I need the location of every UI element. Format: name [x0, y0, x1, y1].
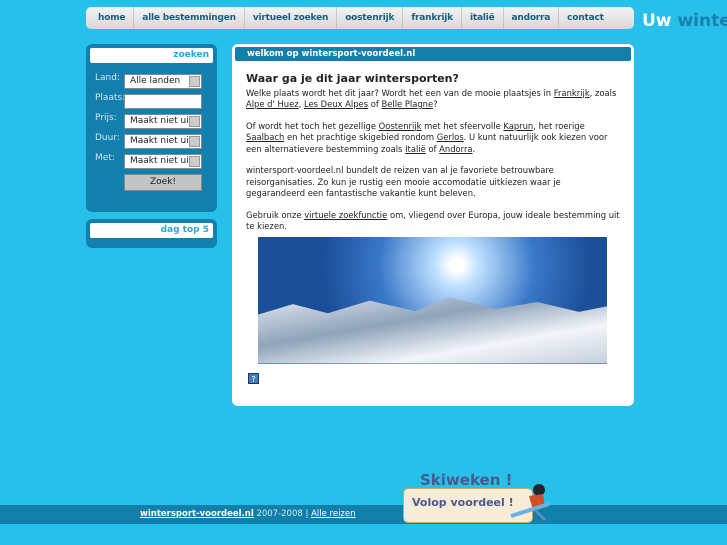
nav-alle-bestemmingen[interactable]: alle bestemmingen — [134, 7, 245, 29]
land-select[interactable]: Alle landen — [124, 74, 202, 89]
plaats-label: Plaats: — [95, 93, 126, 103]
mountain-photo — [258, 236, 607, 364]
link-les-deux-alpes[interactable]: Les Deux Alpes — [304, 99, 368, 109]
footer-home-link[interactable]: wintersport-voordeel.nl — [140, 509, 254, 519]
search-paragraph: Gebruik onze virtuele zoekfunctie om, vl… — [246, 209, 620, 232]
nav-home[interactable]: home — [90, 7, 135, 29]
nav-andorra[interactable]: andorra — [504, 7, 560, 29]
nav-italie[interactable]: italië — [462, 7, 504, 29]
top5-title[interactable]: dag top 5 — [90, 223, 213, 238]
nav-oostenrijk[interactable]: oostenrijk — [337, 7, 404, 29]
link-kaprun[interactable]: Kaprun — [503, 121, 533, 131]
link-belle-plagne[interactable]: Belle Plagne — [381, 99, 433, 109]
prijs-select[interactable]: Maakt niet uit — [124, 114, 202, 129]
link-frankrijk[interactable]: Frankrijk — [554, 88, 590, 98]
nav-frankrijk[interactable]: frankrijk — [403, 7, 462, 29]
search-panel: zoeken Land: Alle landen Plaats: Prijs: … — [86, 44, 217, 212]
duur-label: Duur: — [95, 133, 120, 143]
nav-virtueel-zoeken[interactable]: virtueel zoeken — [245, 7, 338, 29]
link-oostenrijk[interactable]: Oostenrijk — [379, 121, 422, 131]
duur-select[interactable]: Maakt niet uit — [124, 134, 202, 149]
main-panel: welkom op wintersport-voordeel.nl Waar g… — [232, 44, 634, 406]
page-title: Waar ga je dit jaar wintersporten? — [246, 72, 459, 85]
link-saalbach[interactable]: Saalbach — [246, 132, 284, 142]
link-andorra[interactable]: Andorra — [439, 144, 472, 154]
dropdown-arrow-icon — [189, 136, 200, 147]
footer-alle-reizen-link[interactable]: Alle reizen — [311, 509, 355, 519]
dropdown-arrow-icon — [189, 76, 200, 87]
prijs-label: Prijs: — [95, 113, 117, 123]
met-select[interactable]: Maakt niet uit — [124, 154, 202, 169]
met-label: Met: — [95, 153, 115, 163]
land-label: Land: — [95, 73, 120, 83]
search-button[interactable]: Zoek! — [124, 174, 202, 191]
plaats-input[interactable] — [124, 94, 202, 109]
main-nav: home alle bestemmingen virtueel zoeken o… — [86, 7, 634, 29]
logo: Uw winters — [642, 11, 727, 31]
dropdown-arrow-icon — [189, 116, 200, 127]
top5-panel: dag top 5 — [86, 219, 217, 248]
intro-paragraph: Welke plaats wordt het dit jaar? Wordt h… — [246, 87, 617, 110]
about-paragraph: wintersport-voordeel.nl bundelt de reize… — [246, 165, 561, 198]
search-title: zoeken — [90, 48, 213, 63]
nav-contact[interactable]: contact — [559, 7, 612, 29]
skier-icon — [510, 484, 550, 522]
link-gerlos[interactable]: Gerlos — [437, 132, 464, 142]
help-icon[interactable]: ? — [248, 373, 259, 384]
dropdown-arrow-icon — [189, 156, 200, 167]
link-virtuele-zoekfunctie[interactable]: virtuele zoekfunctie — [304, 210, 387, 220]
main-header: welkom op wintersport-voordeel.nl — [235, 47, 631, 61]
link-italie[interactable]: Italië — [405, 144, 426, 154]
ad-title[interactable]: Skiweken ! — [420, 471, 512, 489]
link-alpe-d-huez[interactable]: Alpe d' Huez — [246, 99, 299, 109]
footer: wintersport-voordeel.nl 2007-2008 | Alle… — [0, 505, 727, 524]
austria-paragraph: Of wordt het toch het gezellige Oostenri… — [246, 120, 608, 154]
